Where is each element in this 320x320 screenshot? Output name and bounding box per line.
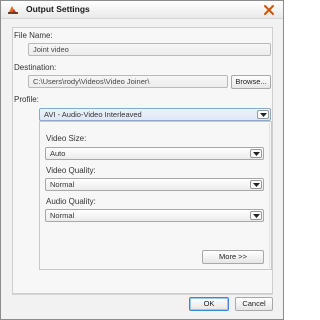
output-settings-dialog: Output Settings File Name: Joint video D… [0, 0, 284, 320]
title-bar[interactable]: Output Settings [1, 1, 283, 19]
destination-field[interactable]: C:\Users\rody\Videos\Video Joiner\ [28, 75, 228, 88]
audio-quality-value: Normal [50, 211, 75, 220]
close-icon[interactable] [263, 4, 275, 16]
footer-divider [12, 294, 273, 295]
file-name-field[interactable]: Joint video [28, 43, 271, 56]
video-quality-select[interactable]: Normal [45, 178, 264, 191]
audio-quality-label: Audio Quality: [46, 197, 96, 206]
video-size-select[interactable]: Auto [45, 147, 264, 160]
more-button[interactable]: More >> [202, 250, 264, 264]
audio-quality-select[interactable]: Normal [45, 209, 264, 222]
video-quality-label: Video Quality: [46, 166, 96, 175]
profile-value: AVI - Audio-Video Interleaved [44, 110, 142, 119]
profile-label: Profile: [14, 95, 39, 104]
profile-options-inner [40, 123, 270, 268]
ok-button[interactable]: OK [189, 297, 229, 311]
chevron-down-icon[interactable] [257, 110, 269, 119]
chevron-down-icon[interactable] [250, 180, 262, 189]
chevron-down-icon[interactable] [250, 149, 262, 158]
video-quality-value: Normal [50, 180, 75, 189]
window-title: Output Settings [26, 4, 90, 14]
browse-button[interactable]: Browse... [231, 75, 271, 89]
file-name-label: File Name: [14, 31, 53, 40]
profile-select[interactable]: AVI - Audio-Video Interleaved [39, 108, 271, 121]
destination-label: Destination: [14, 63, 57, 72]
video-size-value: Auto [50, 149, 66, 158]
cancel-button[interactable]: Cancel [235, 297, 273, 311]
app-logo-icon [8, 5, 18, 14]
video-size-label: Video Size: [46, 134, 87, 143]
chevron-down-icon[interactable] [250, 211, 262, 220]
